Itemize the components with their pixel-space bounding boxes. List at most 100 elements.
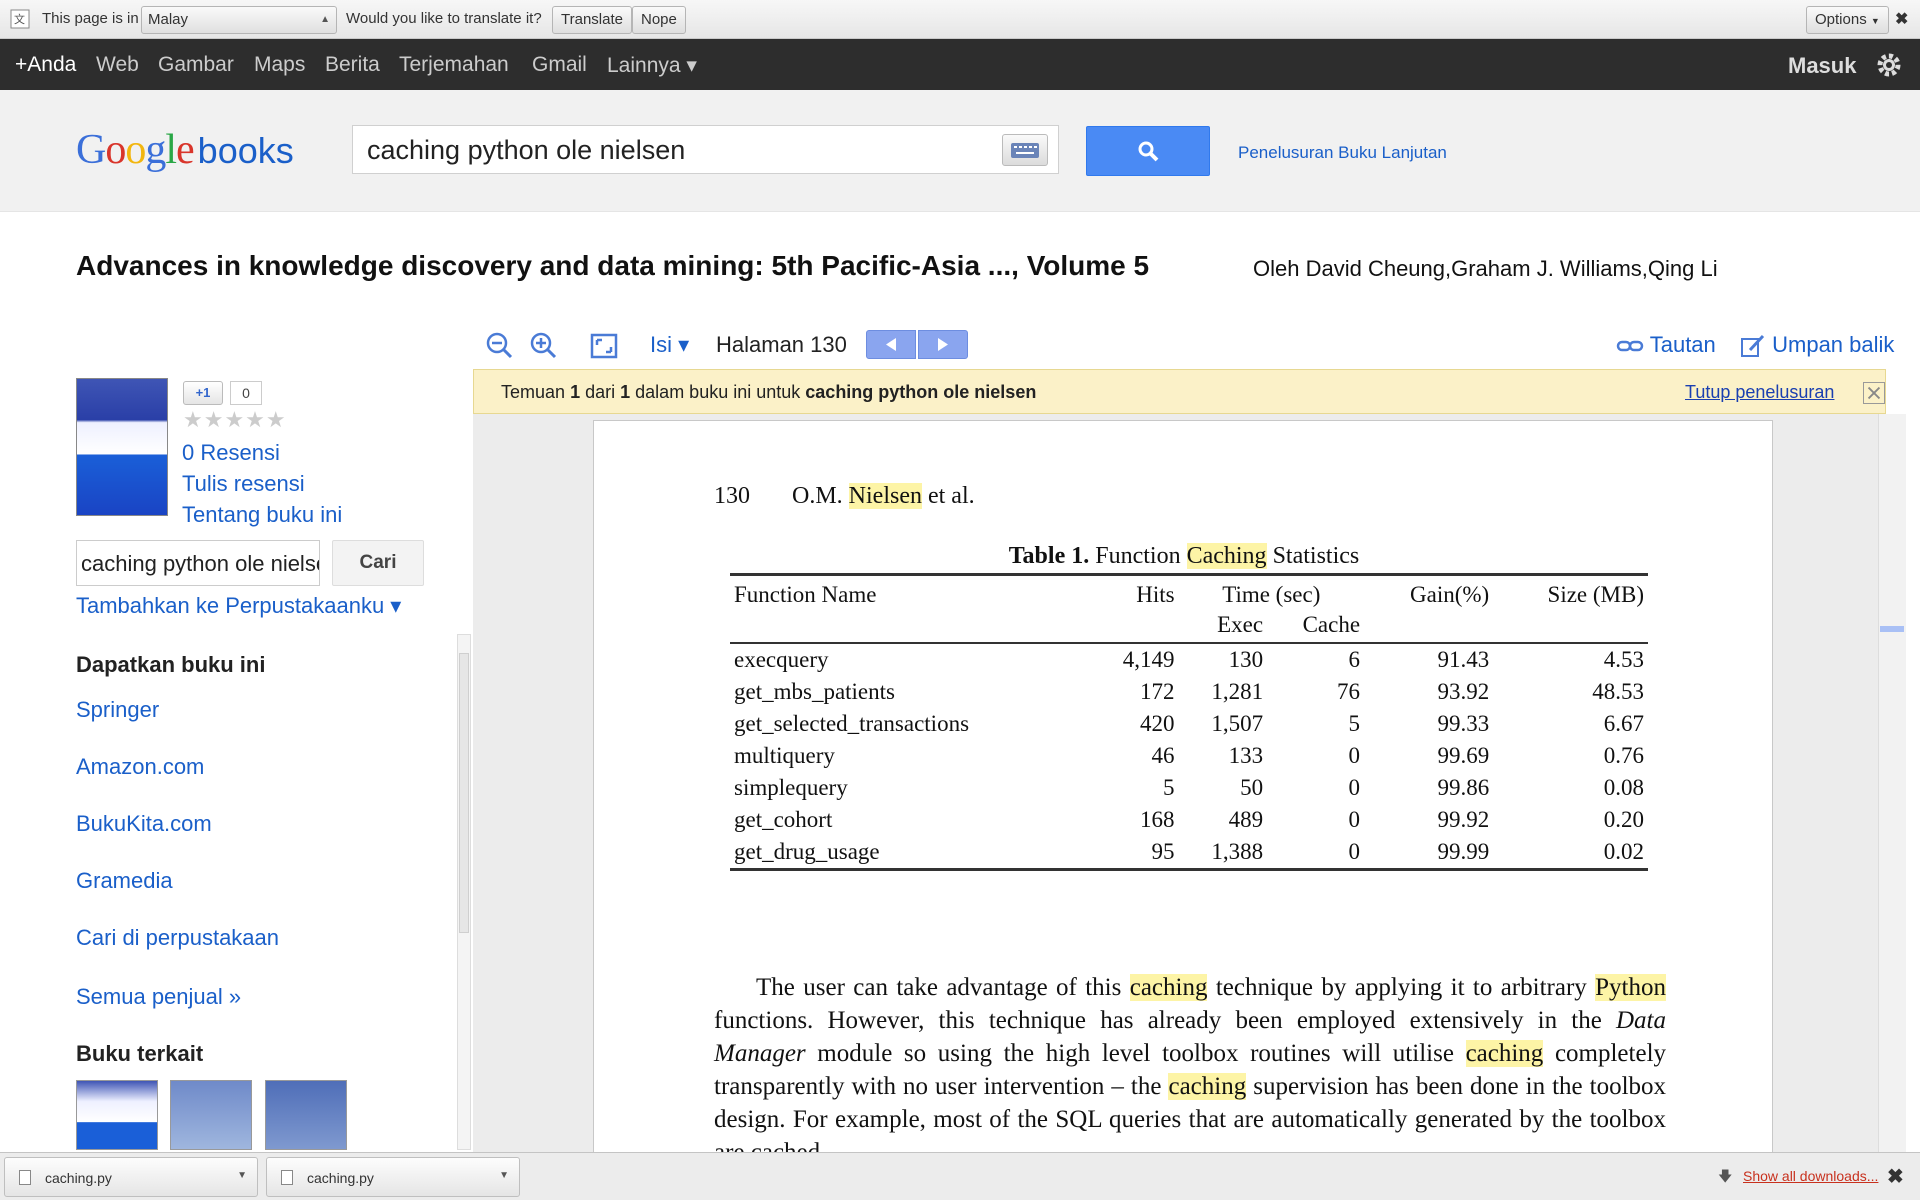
related-book-thumbnail[interactable] [76,1080,158,1150]
result-of: dari [585,382,616,402]
book-search-input[interactable]: caching python ole nielsen [76,540,320,586]
file-icon [19,1170,31,1185]
search-icon [1138,141,1159,162]
write-review-link[interactable]: Tulis resensi [182,471,305,497]
search-button[interactable] [1086,126,1210,176]
download-arrow-icon: 🡇 [1718,1168,1733,1184]
search-input-value: caching python ole nielsen [367,135,686,165]
viewer-scrollbar[interactable] [1878,414,1906,1152]
book-title: Advances in knowledge discovery and data… [76,250,1150,281]
nav-images[interactable]: Gambar [158,53,234,77]
seller-amazon[interactable]: Amazon.com [76,754,204,780]
link-button[interactable]: Tautan [1616,332,1716,358]
arrow-left-icon [886,338,896,351]
nope-button[interactable]: Nope [632,6,686,34]
options-button[interactable]: Options ▼ [1806,6,1889,34]
result-total: 1 [620,382,631,402]
table-row: execquery 4,149 130 6 91.43 4.53 [734,647,1644,672]
fullscreen-icon[interactable] [588,330,620,362]
nav-news[interactable]: Berita [325,53,380,77]
search-result-banner: Temuan 1 dari 1 dalam buku ini untuk cac… [473,369,1886,414]
nav-maps[interactable]: Maps [254,53,305,77]
sidebar-scrollbar[interactable] [457,634,471,1150]
seller-bukukita[interactable]: BukuKita.com [76,811,212,837]
text-run: The user can take advantage of this [756,974,1122,1001]
feedback-button[interactable]: Umpan balik [1740,332,1894,358]
nav-web[interactable]: Web [96,53,139,77]
highlight-caching: caching [1129,974,1208,1001]
page-header: 130 O.M. Nielsen et al. [714,483,975,510]
related-books-heading: Buku terkait [76,1041,204,1066]
downloads-bar: caching.py ▼ caching.py ▼ 🡇 Show all dow… [0,1152,1920,1200]
advanced-search-link[interactable]: Penelusuran Buku Lanjutan [1238,143,1447,163]
book-search-button[interactable]: Cari [332,540,424,586]
close-downloads-button[interactable]: ✖ [1887,1164,1904,1189]
translate-prompt: This page is in [42,10,139,27]
plus-one-button[interactable]: +1 [183,381,223,405]
close-icon[interactable] [1863,382,1885,404]
search-input[interactable]: caching python ole nielsen [352,125,1059,174]
table-row: simplequery 5 50 0 99.86 0.08 [734,775,1644,800]
related-book-thumbnail[interactable] [265,1080,347,1150]
table-row: get_cohort 168 489 0 99.92 0.20 [734,807,1644,832]
caption-highlight: Caching [1186,543,1267,569]
seller-gramedia[interactable]: Gramedia [76,868,173,894]
sign-in-button[interactable]: Masuk [1788,53,1856,79]
translate-infobar: 文 This page is in Malay ▲▼ Would you lik… [0,0,1920,51]
page-number: 130 [714,483,750,509]
close-search-link[interactable]: Tutup penelusuran [1685,382,1834,403]
zoom-out-icon[interactable] [484,330,516,362]
download-item[interactable]: caching.py ▼ [4,1157,258,1197]
arrow-right-icon [938,338,948,351]
chevron-down-icon[interactable]: ▼ [237,1170,247,1181]
all-sellers-link[interactable]: Semua penjual » [76,984,241,1010]
options-label: Options [1815,11,1867,28]
translate-question: Would you like to translate it? [346,10,542,27]
nav-more[interactable]: Lainnya ▾ [607,53,697,78]
nav-translate[interactable]: Terjemahan [399,53,509,77]
next-page-button[interactable] [918,330,968,359]
highlight-caching: caching [1465,1040,1544,1067]
table-row: get_drug_usage 95 1,388 0 99.99 0.02 [730,836,1648,871]
chevron-down-icon: ▼ [1870,16,1880,26]
book-page-viewer[interactable]: 130 O.M. Nielsen et al. Table 1. Functio… [473,414,1886,1152]
page-number-label: Halaman 130 [716,332,847,357]
reviews-link[interactable]: 0 Resensi [182,440,280,466]
gear-icon[interactable] [1874,50,1904,80]
related-book-thumbnail[interactable] [170,1080,252,1150]
book-authors: Oleh David Cheung,Graham J. Williams,Qin… [1253,256,1718,281]
add-to-library-link[interactable]: Tambahkan ke Perpustakaanku ▾ [76,593,401,619]
translate-button[interactable]: Translate [552,6,632,34]
keyboard-icon[interactable] [1002,134,1048,166]
table-row: multiquery 46 133 0 99.69 0.76 [734,743,1644,768]
download-item[interactable]: caching.py ▼ [266,1157,520,1197]
google-books-logo[interactable]: Google books [76,126,294,174]
contents-menu[interactable]: Isi ▾ [650,332,689,358]
feedback-label: Umpan balik [1772,332,1895,357]
books-header: Google books caching python ole nielsen P… [0,90,1920,212]
show-all-downloads-link[interactable]: Show all downloads... [1743,1168,1878,1184]
zoom-in-icon[interactable] [528,330,560,362]
get-book-heading: Dapatkan buku ini [76,652,266,677]
rating-stars[interactable]: ★★★★★ [183,407,287,433]
book-cover[interactable] [76,378,168,516]
highlight-caching: caching [1168,1073,1247,1100]
col-time: Time (sec) [1178,573,1365,608]
find-in-library-link[interactable]: Cari di perpustakaan [76,925,279,951]
seller-springer[interactable]: Springer [76,697,159,723]
about-book-link[interactable]: Tentang buku ini [182,502,342,528]
chevron-down-icon[interactable]: ▼ [499,1170,509,1181]
nav-plus-you[interactable]: +Anda [15,53,76,77]
col-function-name: Function Name [730,573,1091,608]
book-page: 130 O.M. Nielsen et al. Table 1. Functio… [593,420,1773,1152]
table-caption: Table 1. Function Caching Statistics [594,543,1774,570]
edit-icon [1741,335,1765,358]
table-row: get_selected_transactions 420 1,507 5 99.33 6… [734,711,1644,736]
language-select[interactable]: Malay ▲▼ [141,6,337,51]
scrollbar-thumb[interactable] [459,653,469,933]
result-middle: dalam buku ini untuk [635,382,801,402]
nav-gmail[interactable]: Gmail [532,53,587,77]
author-prefix: O.M. [792,483,843,509]
previous-page-button[interactable] [866,330,916,359]
close-infobar-button[interactable]: ✖ [1895,9,1908,29]
